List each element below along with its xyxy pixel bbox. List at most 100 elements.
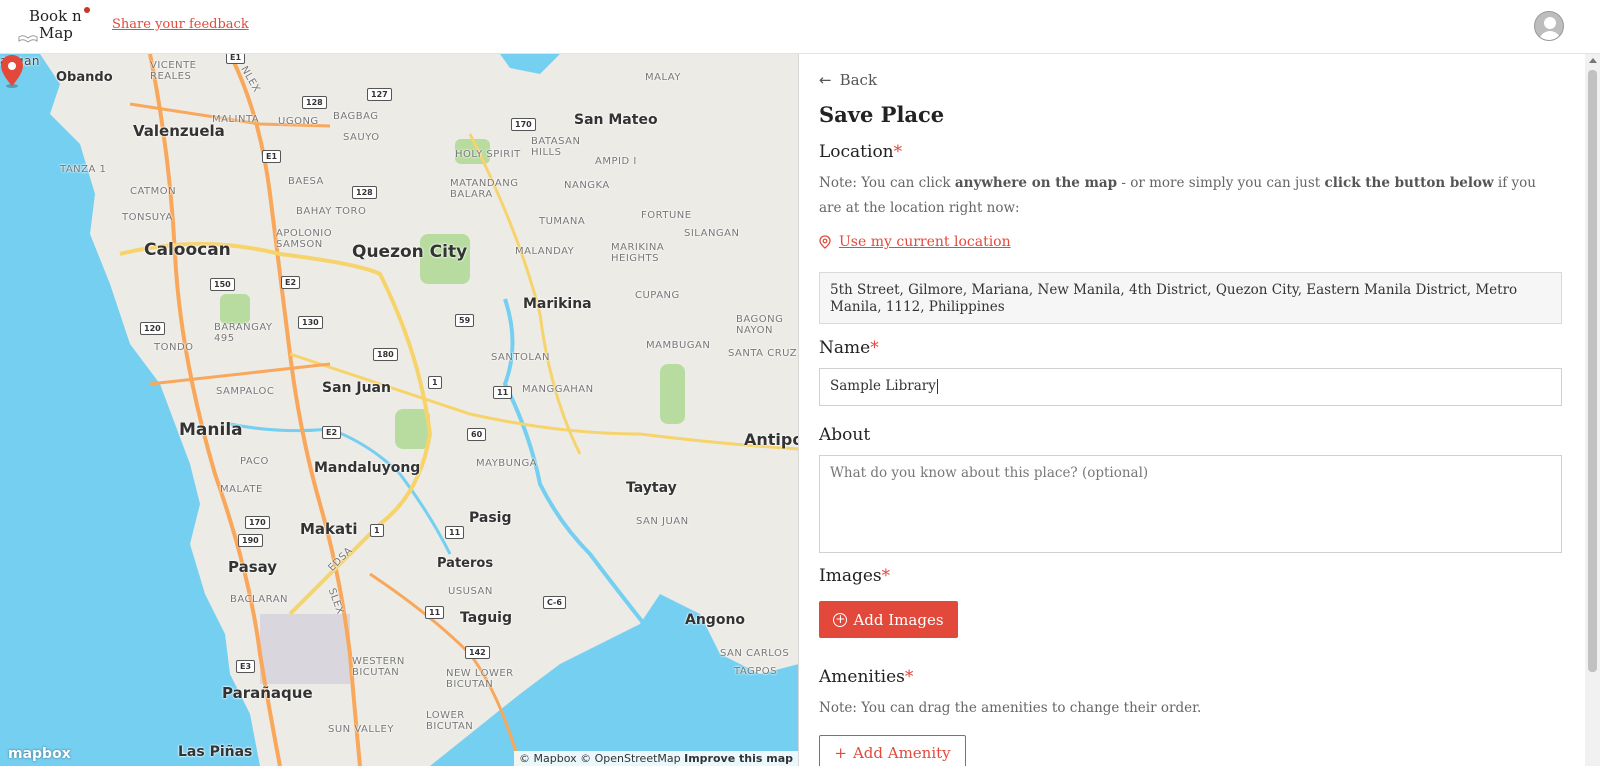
top-bar: Book n Map Share your feedback <box>0 0 1600 54</box>
attribution-text[interactable]: © Mapbox © OpenStreetMap <box>519 752 681 765</box>
map-label: Las Piñas <box>178 744 253 760</box>
map-label: MAYBUNGA <box>476 458 538 469</box>
panel-scrollbar[interactable] <box>1585 54 1600 766</box>
required-mark: * <box>881 566 891 586</box>
road-shield: 170 <box>511 118 536 131</box>
use-current-location-link[interactable]: Use my current location <box>819 234 1011 250</box>
map-label: BAESA <box>288 176 324 187</box>
book-n-map-logo[interactable]: Book n Map <box>18 7 98 45</box>
road-shield: 142 <box>465 646 490 659</box>
road-shield: 170 <box>245 516 270 529</box>
map-label: CUPANG <box>635 290 680 301</box>
add-images-label: Add Images <box>853 610 944 629</box>
map-label: MALAY <box>645 72 681 83</box>
map-label: LOWER BICUTAN <box>426 710 474 732</box>
location-label: Location* <box>819 142 903 162</box>
map-label: Taguig <box>460 610 513 626</box>
plus-circle-icon: + <box>833 611 848 627</box>
map-label: SANTOLAN <box>491 352 550 363</box>
map-label: SILANGAN <box>684 228 740 239</box>
address-field: 5th Street, Gilmore, Mariana, New Manila… <box>819 272 1562 324</box>
map-canvas[interactable]: angan Obando VICENTE REALES Valenzuela M… <box>0 54 799 766</box>
map-label: TONSUYA <box>122 212 173 223</box>
road-shield: E2 <box>322 426 342 439</box>
map-label: NEW LOWER BICUTAN <box>446 668 514 690</box>
map-label: MATANDANG BALARA <box>450 178 519 200</box>
scroll-up-icon[interactable] <box>1589 58 1597 63</box>
name-label: Name* <box>819 338 879 358</box>
map-attribution: © Mapbox © OpenStreetMap Improve this ma… <box>514 751 798 766</box>
road-shield: 127 <box>367 88 392 101</box>
map-label: USUSAN <box>448 586 493 597</box>
scrollbar-thumb[interactable] <box>1588 70 1597 672</box>
about-textarea[interactable]: What do you know about this place? (opti… <box>819 455 1562 553</box>
page-title: Save Place <box>819 102 945 127</box>
add-images-button[interactable]: + Add Images <box>819 601 958 638</box>
add-amenity-button[interactable]: + Add Amenity <box>819 735 966 766</box>
map-label: CATMON <box>130 186 177 197</box>
road-shield: 11 <box>493 386 513 399</box>
improve-map-link[interactable]: Improve this map <box>684 752 793 765</box>
logo-pin-icon <box>84 7 90 13</box>
road-shield: 1 <box>370 524 384 537</box>
amenities-label: Amenities* <box>819 667 914 687</box>
road-shield: 60 <box>467 428 487 441</box>
amenities-note: Note: You can drag the amenities to chan… <box>819 700 1202 716</box>
road-shield: 130 <box>298 316 323 329</box>
map-label: Taytay <box>626 480 677 496</box>
map-label: Manila <box>179 420 243 440</box>
user-avatar-icon[interactable] <box>1534 11 1564 41</box>
map-label: Parañaque <box>222 684 313 702</box>
map-label: MANGGAHAN <box>522 384 594 395</box>
map-label: Caloocan <box>144 240 231 260</box>
logo-line-1: Book n <box>29 7 82 25</box>
map-label: TANZA 1 <box>60 164 107 175</box>
map-label: WESTERN BICUTAN <box>352 656 405 678</box>
map-label: PACO <box>240 456 269 467</box>
road-shield: E3 <box>236 660 256 673</box>
map-label: BAGBAG <box>333 111 379 122</box>
images-label: Images* <box>819 566 891 586</box>
arrow-left-icon: ← <box>819 71 832 89</box>
map-label: TONDO <box>154 342 194 353</box>
map-label: Antipo <box>744 430 799 449</box>
road-shield: 11 <box>425 606 445 619</box>
map-label: AMPID I <box>595 156 637 167</box>
map-label: Makati <box>300 520 358 538</box>
book-icon <box>18 35 38 43</box>
location-pin-icon <box>819 235 831 249</box>
road-shield: 120 <box>140 322 165 335</box>
required-mark: * <box>904 667 914 687</box>
map-label: Angono <box>685 612 746 628</box>
map-label: BAGONG NAYON <box>736 314 784 336</box>
road-shield: 150 <box>210 278 235 291</box>
location-marker-icon[interactable] <box>0 54 24 88</box>
map-label: BARANGAY 495 <box>214 322 273 344</box>
map-label: NANGKA <box>564 180 610 191</box>
back-link[interactable]: ← Back <box>819 71 877 89</box>
text-caret <box>936 379 938 394</box>
use-current-location-label: Use my current location <box>839 234 1011 250</box>
map-label: APOLONIO SAMSON <box>276 228 333 250</box>
map-label: BACLARAN <box>230 594 289 605</box>
map-label: Marikina <box>523 296 592 312</box>
map-label: Pateros <box>437 556 494 571</box>
road-shield: 11 <box>445 526 465 539</box>
map-label: SAUYO <box>343 132 380 143</box>
road-shield: 59 <box>455 314 475 327</box>
map-label: SAMPALOC <box>216 386 275 397</box>
about-label: About <box>819 425 871 445</box>
map-label: Quezon City <box>352 242 468 262</box>
plus-icon: + <box>834 744 847 762</box>
map-label: BAHAY TORO <box>296 206 367 217</box>
map-label: TAGPOS <box>734 666 777 677</box>
required-mark: * <box>870 338 879 358</box>
map-label: MALANDAY <box>515 246 575 257</box>
name-input[interactable]: Sample Library <box>819 368 1562 406</box>
share-feedback-link[interactable]: Share your feedback <box>112 17 249 32</box>
map-label: Obando <box>56 70 113 85</box>
mapbox-logo[interactable]: mapbox <box>8 746 71 762</box>
road-shield: 128 <box>302 96 327 109</box>
map-label: MALATE <box>220 484 263 495</box>
map-label: BATASAN HILLS <box>531 136 581 158</box>
